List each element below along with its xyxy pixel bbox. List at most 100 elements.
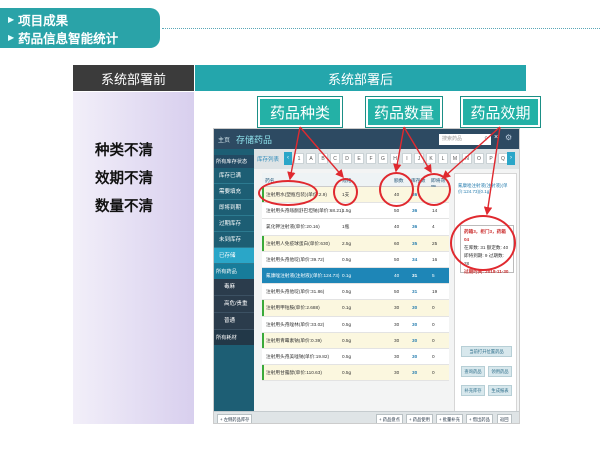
bottom-toolbar: + 左侧药品库存 + 药品盘点 + 药品使用 + 批量补充 + 借出药品 返回 [214, 411, 519, 423]
gear-icon[interactable]: ⚙ [505, 133, 512, 142]
sidebar-subitem[interactable]: 普通 [214, 313, 254, 330]
table-row[interactable]: 注射用青霉素钠(单价:0.39) 0.5g 30 30 0 [262, 332, 449, 349]
letter-filter-button[interactable]: C [330, 153, 340, 164]
cell-capacity: 50 [394, 256, 400, 262]
cell-stock: 30 [412, 305, 418, 311]
use-button[interactable]: + 药品使用 [406, 414, 433, 423]
table-row[interactable]: 注射用人免疫球蛋白(单价:630) 2.5g 60 35 25 [262, 235, 449, 252]
table-row[interactable]: 氟康唑注射液(注射液)(单价:124.73) 0.1g 40 31 5 [262, 267, 449, 285]
sidebar-item[interactable]: 未到库存 [214, 232, 254, 248]
sidebar-subitem[interactable]: 高危/贵重 [214, 296, 254, 313]
column-header-before: 系统部署前 [73, 65, 194, 91]
cell-spec: 1.5g [342, 208, 352, 214]
letter-filter-button[interactable]: O [474, 153, 484, 164]
cell-name: 注射用人免疫球蛋白(单价:630) [266, 240, 330, 246]
issue-item: 效期不清 [95, 171, 153, 187]
batch-restock-button[interactable]: + 批量补充 [436, 414, 463, 423]
letter-filter-button[interactable]: F [366, 153, 376, 164]
chevron-right-icon[interactable]: › [507, 152, 515, 165]
tag-drug-category: 药品种类 [258, 97, 342, 127]
cell-spec: 0.5g [342, 321, 352, 327]
cell-capacity: 30 [394, 353, 400, 359]
sidebar-category[interactable]: 所有库存状态 [214, 155, 254, 168]
close-icon[interactable]: × [494, 134, 498, 141]
cell-spec: 2.5g [342, 240, 352, 246]
sidebar-item[interactable]: 库存已满 [214, 168, 254, 184]
left-stock-button[interactable]: + 左侧药品库存 [217, 414, 253, 423]
sidebar-item-active[interactable]: 已存储 [214, 248, 254, 264]
sidebar-category-drugs[interactable]: 所有药品 [214, 264, 254, 279]
letter-filter-button[interactable]: L [438, 153, 448, 164]
letter-filter-button[interactable]: E [354, 153, 364, 164]
chevron-left-icon[interactable]: ‹ [284, 152, 292, 165]
letter-filter-button[interactable]: H [390, 153, 400, 164]
before-panel: 种类不清 效期不清 数量不清 [73, 92, 194, 424]
sidebar-item[interactable]: 即将到期 [214, 200, 254, 216]
cell-stock: 36 [412, 208, 418, 214]
table-row[interactable]: 注射用甲钴胺(单价:2.688) 0.1g 30 30 0 [262, 300, 449, 317]
cell-spec: 0.5g [342, 337, 352, 343]
table-row[interactable]: 注射用头孢他啶(单价:31.86) 0.5g 50 31 19 [262, 284, 449, 301]
letter-filter-button[interactable]: J [414, 153, 424, 164]
table-row[interactable]: 注射用头孢他啶(单价:39.72) 0.5g 50 34 16 [262, 251, 449, 268]
cell-spec: 0.5g [342, 289, 352, 295]
letter-filter-button[interactable]: I [402, 153, 412, 164]
highlight-spec [333, 178, 358, 206]
cell-capacity: 30 [394, 370, 400, 376]
table-row[interactable]: 注射用头孢美唑钠(单价:19.82) 0.5g 30 30 0 [262, 348, 449, 366]
inventory-button[interactable]: + 药品盘点 [376, 414, 403, 423]
table-row[interactable]: 注射用头孢唑林(单价:33.02) 0.5g 30 30 0 [262, 316, 449, 333]
letter-filter-button[interactable]: M [450, 153, 460, 164]
cell-expiry: 0 [432, 370, 435, 376]
row-status-bar [262, 235, 264, 251]
lend-button[interactable]: + 借出药品 [466, 414, 493, 423]
letter-filter-button[interactable]: P [486, 153, 496, 164]
letter-filter-button[interactable]: A [306, 153, 316, 164]
cell-capacity: 30 [394, 321, 400, 327]
cell-spec: 0.1g [342, 305, 352, 311]
exit-button[interactable]: 返回 [497, 414, 512, 423]
cell-stock: 30 [412, 370, 418, 376]
cell-name: 氯化钾注射液(单价:20.16) [266, 224, 320, 230]
bullet-icon: ▶ [8, 32, 15, 42]
cell-stock: 34 [412, 256, 418, 262]
letter-filter-bar: 库存列表 ‹ 1ABCDEFGHIJKLMNOPQ › [254, 149, 519, 169]
report-button[interactable]: 生成报表 [488, 385, 512, 396]
cell-expiry: 4 [432, 224, 435, 230]
letter-filter-button[interactable]: G [378, 153, 388, 164]
cell-capacity: 50 [394, 289, 400, 295]
detail-panel: 氟康唑注射液(注射液)(单价:124.73)(0.1g) 药箱3，柜门3，药箱0… [454, 173, 517, 413]
sidebar: 所有库存状态 库存已满 需要填充 即将到期 过期库存 未到库存 已存储 所有药品… [214, 149, 254, 411]
letter-filter-button[interactable]: 1 [294, 153, 304, 164]
cell-stock: 31 [412, 289, 418, 295]
cell-stock: 31 [412, 272, 418, 278]
sidebar-footer[interactable]: 所有耗材 [214, 330, 254, 345]
letter-filter-button[interactable]: N [462, 153, 472, 164]
open-location-button[interactable]: 当前打开位置药品 [461, 346, 512, 357]
cell-name: 注射用甲钴胺(单价:2.688) [266, 305, 320, 311]
cell-name: 注射用头孢他啶(单价:39.72) [266, 256, 325, 262]
letter-filter-button[interactable]: B [318, 153, 328, 164]
letter-filter-button[interactable]: D [342, 153, 352, 164]
table-row[interactable]: 注射用甘露醇(单价:110.63) 0.5g 30 30 0 [262, 365, 449, 382]
sidebar-subitem[interactable]: 毒麻 [214, 279, 254, 296]
issue-item: 数量不清 [95, 199, 153, 215]
sidebar-item[interactable]: 需要填充 [214, 184, 254, 200]
cell-spec: 0.5g [342, 256, 352, 262]
use-drug-button[interactable]: 领用药品 [488, 366, 512, 377]
cell-spec: 0.5g [342, 370, 352, 376]
table-row[interactable]: 氯化钾注射液(单价:20.16) 1瓶 40 36 4 [262, 219, 449, 236]
letter-filter-button[interactable]: K [426, 153, 436, 164]
cell-stock: 36 [412, 224, 418, 230]
cell-expiry: 25 [432, 240, 438, 246]
restock-button[interactable]: 补充库存 [461, 385, 485, 396]
query-drug-button[interactable]: 查询药品 [461, 366, 485, 377]
cell-name: 氟康唑注射液(注射液)(单价:124.73) [266, 272, 340, 278]
cell-name: 注射用青霉素钠(单价:0.39) [266, 337, 322, 343]
cell-spec: 1瓶 [342, 224, 350, 230]
sidebar-item[interactable]: 过期库存 [214, 216, 254, 232]
home-link[interactable]: 主页 [218, 135, 230, 144]
search-input[interactable]: 搜索药品 ⚲ [439, 134, 491, 145]
cell-name: 注射用头孢哌酮舒巴坦钠(单价:68.21) [266, 208, 344, 214]
search-icon[interactable]: ⚲ [484, 134, 488, 145]
